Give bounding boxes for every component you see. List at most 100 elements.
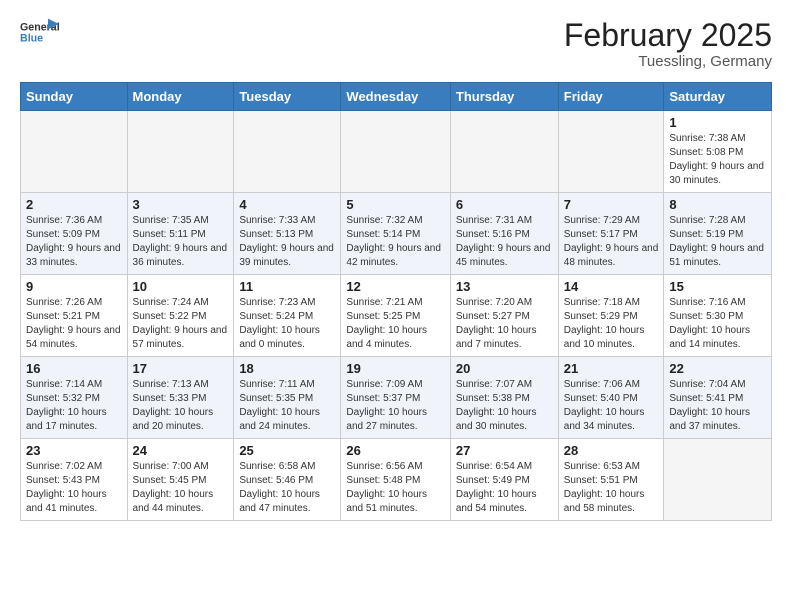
col-header-friday: Friday xyxy=(558,83,664,111)
day-number: 6 xyxy=(456,197,553,212)
calendar-cell: 11Sunrise: 7:23 AM Sunset: 5:24 PM Dayli… xyxy=(234,275,341,357)
svg-text:Blue: Blue xyxy=(20,32,43,44)
calendar-cell xyxy=(664,439,772,521)
logo-icon: General Blue xyxy=(20,18,60,46)
calendar-cell: 8 Sunrise: 7:28 AM Sunset: 5:19 PM Daylig… xyxy=(664,193,772,275)
calendar-header-row: SundayMondayTuesdayWednesdayThursdayFrid… xyxy=(21,83,772,111)
day-info: Sunrise: 6:58 AM Sunset: 5:46 PM Dayligh… xyxy=(239,460,335,516)
day-number: 13 xyxy=(456,279,553,294)
day-number: 26 xyxy=(346,443,444,458)
day-number: 14 xyxy=(564,279,659,294)
day-number: 2 xyxy=(26,197,122,212)
day-info: Sunrise: 7:13 AM Sunset: 5:33 PM Dayligh… xyxy=(133,378,229,434)
col-header-thursday: Thursday xyxy=(450,83,558,111)
calendar-cell: 17 Sunrise: 7:13 AM Sunset: 5:33 PM Dayli… xyxy=(127,357,234,439)
page: General Blue February 2025 Tuessling, Ge… xyxy=(0,0,792,539)
calendar-cell: 16 Sunrise: 7:14 AM Sunset: 5:32 PM Dayli… xyxy=(21,357,128,439)
calendar-cell: 25 Sunrise: 6:58 AM Sunset: 5:46 PM Dayli… xyxy=(234,439,341,521)
calendar-cell: 3Sunrise: 7:35 AM Sunset: 5:11 PM Daylig… xyxy=(127,193,234,275)
day-info: Sunrise: 7:24 AM Sunset: 5:22 PM Dayligh… xyxy=(133,296,229,352)
day-info: Sunrise: 7:14 AM Sunset: 5:32 PM Dayligh… xyxy=(26,378,122,434)
day-number: 9 xyxy=(26,279,122,294)
col-header-monday: Monday xyxy=(127,83,234,111)
calendar-cell xyxy=(234,111,341,193)
calendar-cell: 20 Sunrise: 7:07 AM Sunset: 5:38 PM Dayli… xyxy=(450,357,558,439)
calendar-cell: 19Sunrise: 7:09 AM Sunset: 5:37 PM Dayli… xyxy=(341,357,450,439)
calendar-cell: 15 Sunrise: 7:16 AM Sunset: 5:30 PM Dayli… xyxy=(664,275,772,357)
day-number: 10 xyxy=(133,279,229,294)
day-info: Sunrise: 7:16 AM Sunset: 5:30 PM Dayligh… xyxy=(669,296,766,352)
calendar-cell: 23Sunrise: 7:02 AM Sunset: 5:43 PM Dayli… xyxy=(21,439,128,521)
day-number: 19 xyxy=(346,361,444,376)
calendar-cell xyxy=(558,111,664,193)
day-info: Sunrise: 6:54 AM Sunset: 5:49 PM Dayligh… xyxy=(456,460,553,516)
title-block: February 2025 Tuessling, Germany xyxy=(564,18,772,70)
calendar-cell: 12 Sunrise: 7:21 AM Sunset: 5:25 PM Dayli… xyxy=(341,275,450,357)
day-info: Sunrise: 7:26 AM Sunset: 5:21 PM Dayligh… xyxy=(26,296,122,352)
day-info: Sunrise: 7:00 AM Sunset: 5:45 PM Dayligh… xyxy=(133,460,229,516)
day-info: Sunrise: 7:38 AM Sunset: 5:08 PM Dayligh… xyxy=(669,132,766,188)
day-info: Sunrise: 7:02 AM Sunset: 5:43 PM Dayligh… xyxy=(26,460,122,516)
calendar-cell xyxy=(127,111,234,193)
day-info: Sunrise: 7:20 AM Sunset: 5:27 PM Dayligh… xyxy=(456,296,553,352)
calendar-cell: 18 Sunrise: 7:11 AM Sunset: 5:35 PM Dayli… xyxy=(234,357,341,439)
day-number: 5 xyxy=(346,197,444,212)
day-number: 3 xyxy=(133,197,229,212)
day-info: Sunrise: 7:32 AM Sunset: 5:14 PM Dayligh… xyxy=(346,214,444,270)
day-info: Sunrise: 6:53 AM Sunset: 5:51 PM Dayligh… xyxy=(564,460,659,516)
day-number: 1 xyxy=(669,115,766,130)
day-number: 21 xyxy=(564,361,659,376)
day-number: 20 xyxy=(456,361,553,376)
day-number: 17 xyxy=(133,361,229,376)
day-info: Sunrise: 7:07 AM Sunset: 5:38 PM Dayligh… xyxy=(456,378,553,434)
calendar-week-row: 9 Sunrise: 7:26 AM Sunset: 5:21 PM Daylig… xyxy=(21,275,772,357)
col-header-wednesday: Wednesday xyxy=(341,83,450,111)
calendar-cell: 28Sunrise: 6:53 AM Sunset: 5:51 PM Dayli… xyxy=(558,439,664,521)
calendar-cell: 22 Sunrise: 7:04 AM Sunset: 5:41 PM Dayli… xyxy=(664,357,772,439)
day-number: 11 xyxy=(239,279,335,294)
calendar-week-row: 1 Sunrise: 7:38 AM Sunset: 5:08 PM Daylig… xyxy=(21,111,772,193)
calendar-cell: 5 Sunrise: 7:32 AM Sunset: 5:14 PM Daylig… xyxy=(341,193,450,275)
calendar-cell: 14 Sunrise: 7:18 AM Sunset: 5:29 PM Dayli… xyxy=(558,275,664,357)
month-title: February 2025 xyxy=(564,18,772,53)
logo: General Blue xyxy=(20,18,60,46)
day-number: 7 xyxy=(564,197,659,212)
day-info: Sunrise: 7:29 AM Sunset: 5:17 PM Dayligh… xyxy=(564,214,659,270)
day-info: Sunrise: 7:18 AM Sunset: 5:29 PM Dayligh… xyxy=(564,296,659,352)
calendar-cell xyxy=(341,111,450,193)
day-info: Sunrise: 7:31 AM Sunset: 5:16 PM Dayligh… xyxy=(456,214,553,270)
day-info: Sunrise: 7:04 AM Sunset: 5:41 PM Dayligh… xyxy=(669,378,766,434)
calendar-cell: 6 Sunrise: 7:31 AM Sunset: 5:16 PM Daylig… xyxy=(450,193,558,275)
col-header-sunday: Sunday xyxy=(21,83,128,111)
day-info: Sunrise: 7:11 AM Sunset: 5:35 PM Dayligh… xyxy=(239,378,335,434)
day-number: 8 xyxy=(669,197,766,212)
day-number: 12 xyxy=(346,279,444,294)
calendar-cell: 13 Sunrise: 7:20 AM Sunset: 5:27 PM Dayli… xyxy=(450,275,558,357)
day-number: 27 xyxy=(456,443,553,458)
day-number: 24 xyxy=(133,443,229,458)
calendar-week-row: 2 Sunrise: 7:36 AM Sunset: 5:09 PM Daylig… xyxy=(21,193,772,275)
calendar-week-row: 16 Sunrise: 7:14 AM Sunset: 5:32 PM Dayli… xyxy=(21,357,772,439)
calendar: SundayMondayTuesdayWednesdayThursdayFrid… xyxy=(20,82,772,521)
day-number: 16 xyxy=(26,361,122,376)
day-info: Sunrise: 7:36 AM Sunset: 5:09 PM Dayligh… xyxy=(26,214,122,270)
calendar-cell: 7 Sunrise: 7:29 AM Sunset: 5:17 PM Daylig… xyxy=(558,193,664,275)
day-number: 22 xyxy=(669,361,766,376)
calendar-cell xyxy=(21,111,128,193)
day-number: 25 xyxy=(239,443,335,458)
calendar-cell: 9 Sunrise: 7:26 AM Sunset: 5:21 PM Daylig… xyxy=(21,275,128,357)
calendar-cell: 26Sunrise: 6:56 AM Sunset: 5:48 PM Dayli… xyxy=(341,439,450,521)
day-number: 4 xyxy=(239,197,335,212)
day-info: Sunrise: 7:21 AM Sunset: 5:25 PM Dayligh… xyxy=(346,296,444,352)
day-info: Sunrise: 7:06 AM Sunset: 5:40 PM Dayligh… xyxy=(564,378,659,434)
calendar-cell: 2 Sunrise: 7:36 AM Sunset: 5:09 PM Daylig… xyxy=(21,193,128,275)
day-number: 18 xyxy=(239,361,335,376)
day-number: 15 xyxy=(669,279,766,294)
day-info: Sunrise: 7:28 AM Sunset: 5:19 PM Dayligh… xyxy=(669,214,766,270)
calendar-cell: 4 Sunrise: 7:33 AM Sunset: 5:13 PM Daylig… xyxy=(234,193,341,275)
calendar-cell: 21 Sunrise: 7:06 AM Sunset: 5:40 PM Dayli… xyxy=(558,357,664,439)
day-info: Sunrise: 7:33 AM Sunset: 5:13 PM Dayligh… xyxy=(239,214,335,270)
calendar-cell: 10 Sunrise: 7:24 AM Sunset: 5:22 PM Dayli… xyxy=(127,275,234,357)
calendar-cell xyxy=(450,111,558,193)
calendar-cell: 27 Sunrise: 6:54 AM Sunset: 5:49 PM Dayli… xyxy=(450,439,558,521)
